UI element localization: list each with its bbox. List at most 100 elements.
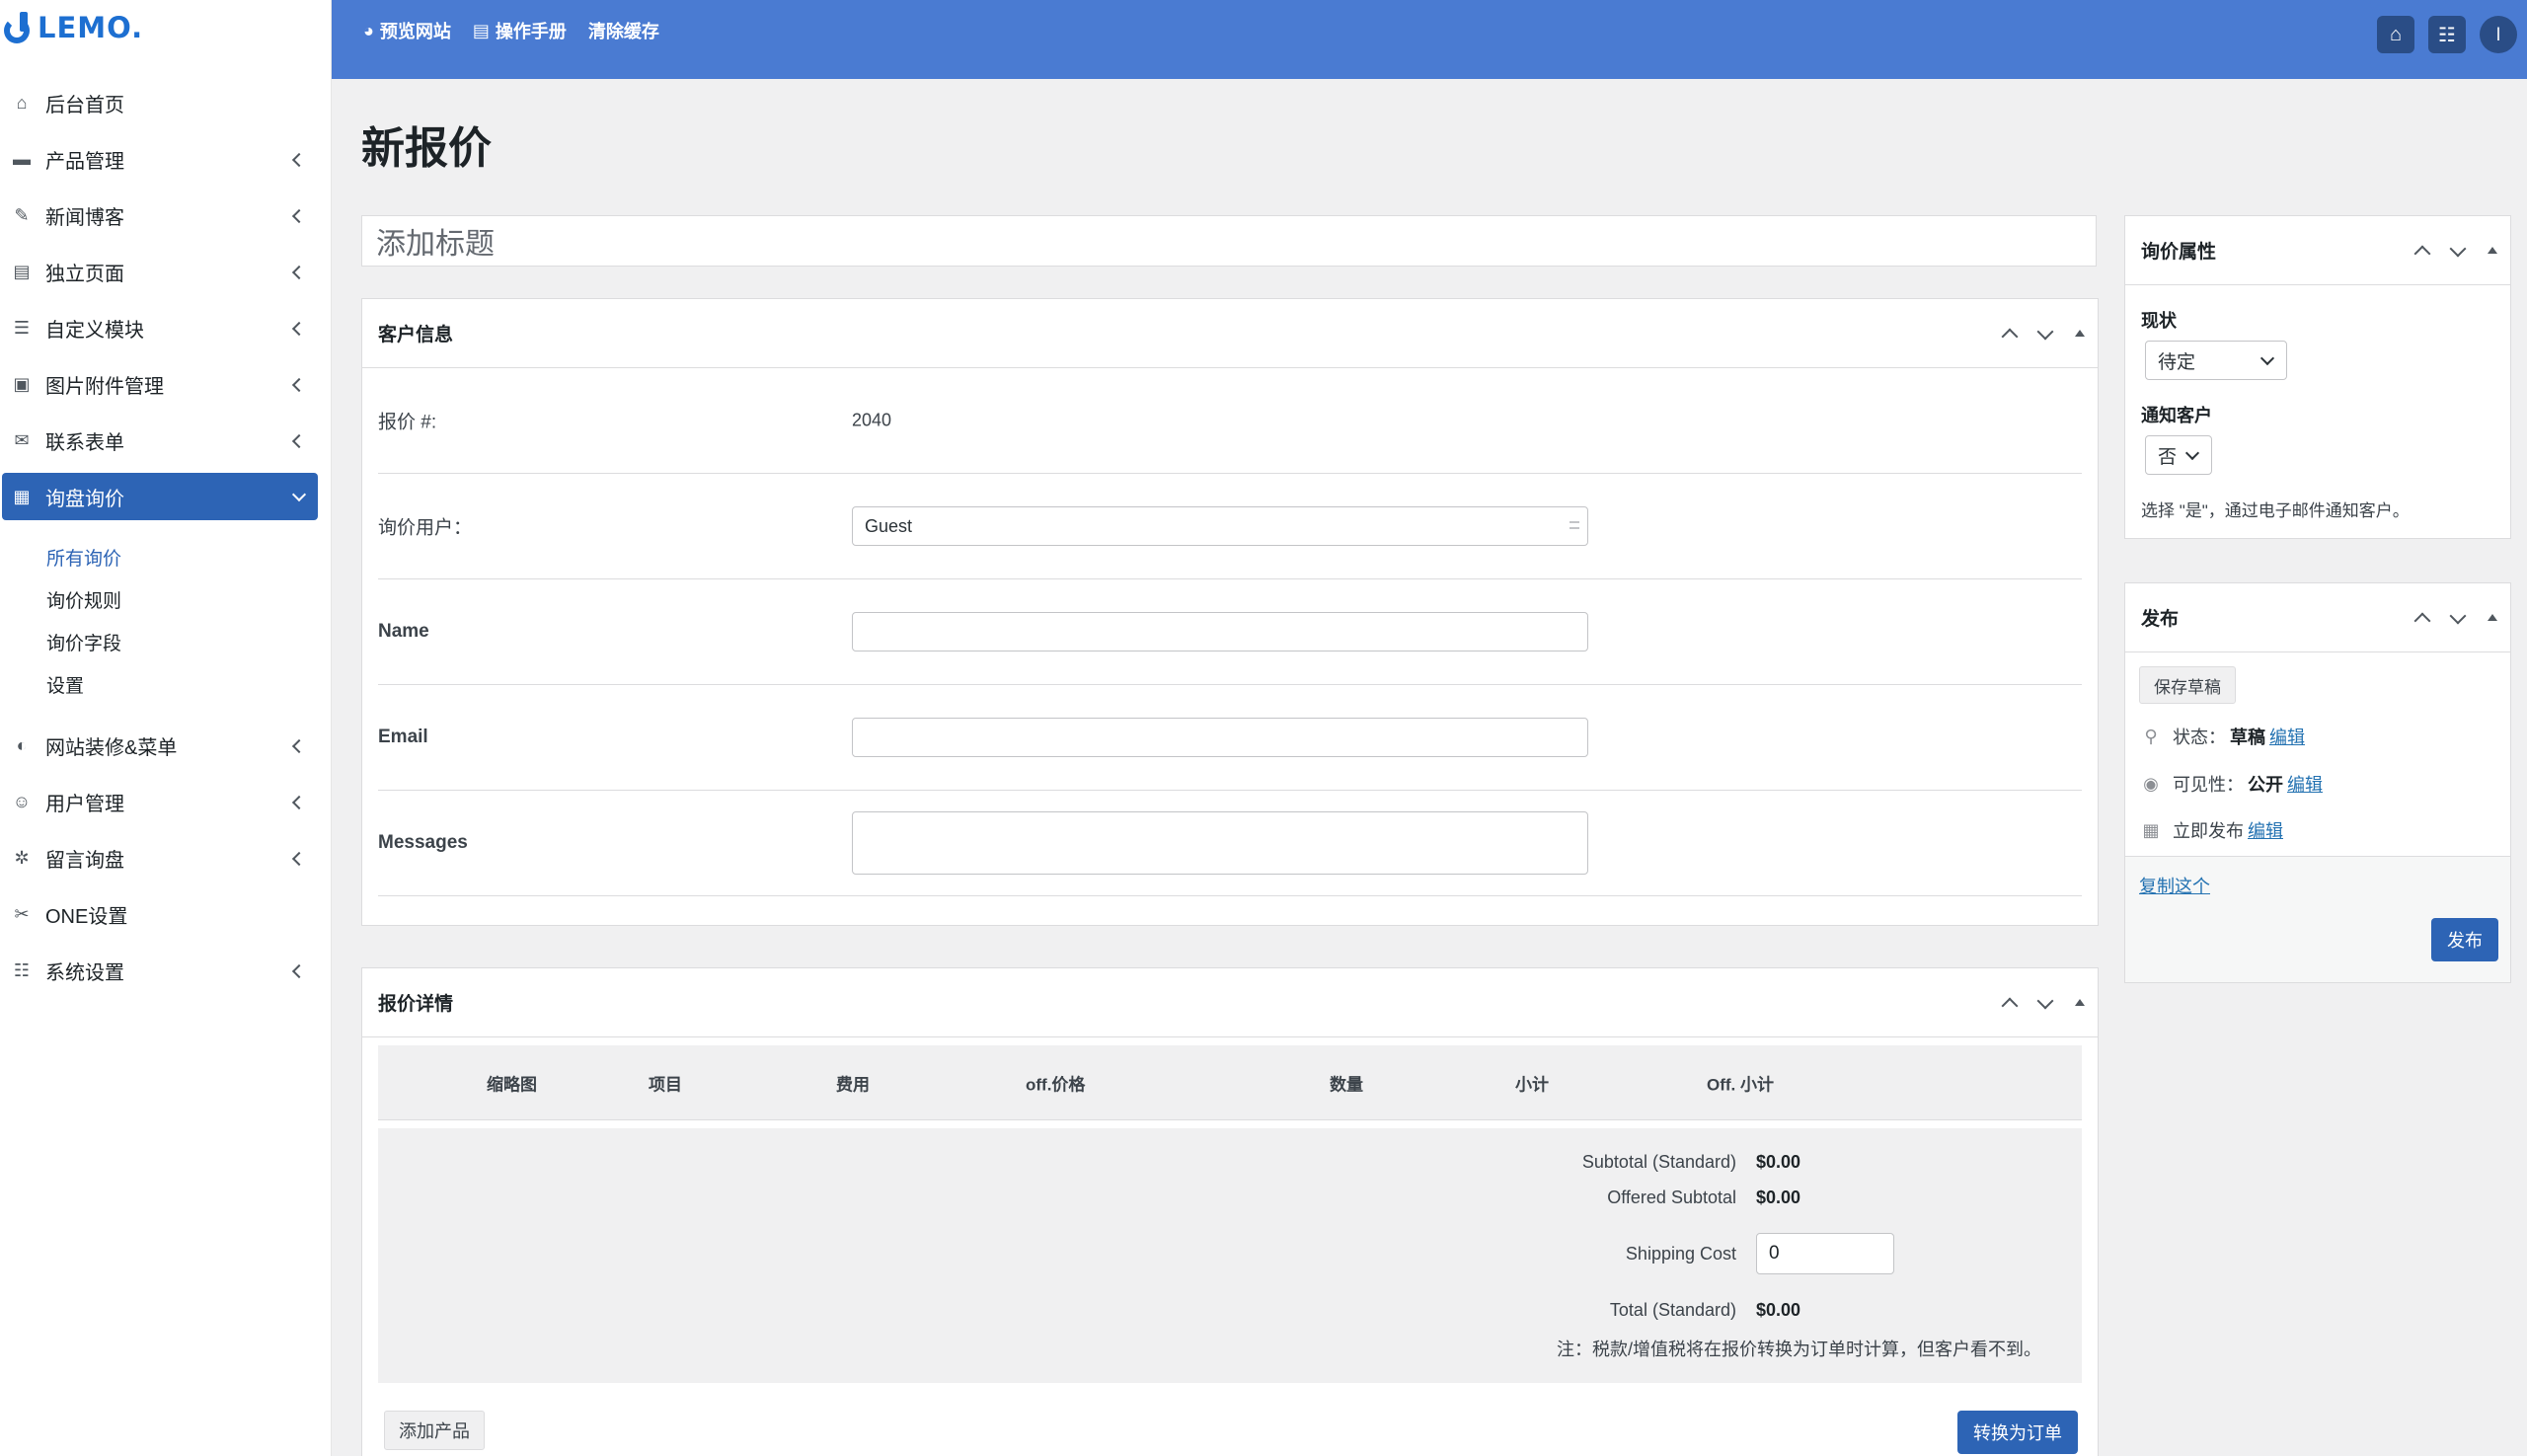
chevron-left-icon — [291, 433, 307, 448]
name-field[interactable] — [852, 612, 1588, 651]
home-button[interactable]: ⌂ — [2377, 16, 2414, 53]
column-header: off.价格 — [1026, 1075, 1086, 1094]
sidebar-item-label: 用户管理 — [45, 794, 124, 815]
quote-details-header[interactable]: 报价详情 — [362, 968, 2098, 1037]
title-input[interactable]: 添加标题 — [361, 215, 2097, 267]
sidebar-item-news[interactable]: ✎ 新闻博客 — [0, 188, 332, 244]
pin-icon: ⚲ — [2144, 726, 2158, 746]
sidebar-item-system-settings[interactable]: ☷ 系统设置 — [0, 943, 332, 999]
move-up-icon[interactable] — [2413, 243, 2429, 259]
email-row: Email — [378, 685, 2082, 791]
eye-icon: ◉ — [2143, 773, 2159, 794]
inquiry-icon: ▦ — [13, 486, 31, 506]
chevron-down-icon — [2184, 445, 2200, 461]
status-select-value: 待定 — [2158, 351, 2196, 373]
submenu-quote-fields[interactable]: 询价字段 — [46, 623, 332, 665]
avatar[interactable]: l — [2480, 16, 2517, 53]
manual-icon: ▤ — [472, 20, 490, 40]
move-up-icon[interactable] — [2001, 995, 2017, 1011]
convert-to-order-button[interactable]: 转换为订单 — [1957, 1411, 2078, 1454]
subtotal-label: Subtotal (Standard) — [1581, 1152, 1736, 1172]
move-up-icon[interactable] — [2001, 326, 2017, 342]
sidebar-item-modules[interactable]: ☰ 自定义模块 — [0, 300, 332, 356]
shipping-cost-input[interactable]: 0 — [1756, 1233, 1894, 1274]
sidebar-item-media[interactable]: ▣ 图片附件管理 — [0, 356, 332, 413]
visibility-value: 公开 — [2248, 775, 2283, 795]
inquiry-attributes-header[interactable]: 询价属性 — [2125, 216, 2510, 285]
collapse-toggle-icon[interactable] — [2485, 610, 2500, 626]
offered-subtotal-label: Offered Subtotal — [1607, 1188, 1736, 1207]
edit-status-link[interactable]: 编辑 — [2269, 724, 2305, 749]
panel-controls — [2001, 968, 2088, 1037]
home-icon: ⌂ — [16, 93, 28, 113]
sidebar-item-products[interactable]: ▬ 产品管理 — [0, 131, 332, 188]
media-icon: ▣ — [13, 374, 31, 394]
settings-button[interactable]: ☷ — [2428, 16, 2466, 53]
mail-icon: ✉ — [14, 430, 30, 450]
submenu-settings[interactable]: 设置 — [46, 665, 332, 708]
sidebar-item-inquiry[interactable]: ▦ 询盘询价 — [2, 473, 318, 520]
submenu-all-quotes[interactable]: 所有询价 — [46, 538, 332, 580]
move-up-icon[interactable] — [2413, 610, 2429, 626]
notify-customer-select[interactable]: 否 — [2145, 435, 2212, 475]
messages-textarea[interactable] — [852, 811, 1588, 875]
edit-visibility-link[interactable]: 编辑 — [2287, 771, 2323, 797]
users-icon: ☺ — [12, 792, 32, 811]
quote-items-table-header: 缩略图 项目 费用 off.价格 数量 小计 Off. 小计 — [378, 1045, 2082, 1120]
collapse-toggle-icon[interactable] — [2072, 995, 2088, 1011]
inquiry-submenu: 所有询价 询价规则 询价字段 设置 — [0, 520, 332, 718]
sidebar-item-users[interactable]: ☺ 用户管理 — [0, 774, 332, 830]
sidebar-item-messages[interactable]: ✲ 留言询盘 — [0, 830, 332, 886]
clear-cache-label: 清除缓存 — [587, 22, 659, 41]
chevron-left-icon — [291, 208, 307, 223]
copy-link[interactable]: 复制这个 — [2139, 873, 2210, 898]
customer-info-header[interactable]: 客户信息 — [362, 299, 2098, 368]
inquiry-attributes-panel: 询价属性 现状 待定 通知客户 否 选择 "是"，通过电子邮件通知客户。 — [2124, 215, 2511, 539]
save-draft-button[interactable]: 保存草稿 — [2139, 666, 2236, 704]
chevron-left-icon — [291, 377, 307, 392]
publish-actions: 复制这个 发布 — [2125, 856, 2510, 982]
quote-user-select[interactable]: Guest — [852, 506, 1588, 546]
clear-cache-link[interactable]: 清除缓存 — [588, 18, 659, 43]
move-down-icon[interactable] — [2036, 326, 2052, 342]
status-select[interactable]: 待定 — [2145, 341, 2287, 380]
collapse-toggle-icon[interactable] — [2072, 326, 2088, 342]
subtotal-value: $0.00 — [1756, 1152, 1801, 1172]
messages-label: Messages — [378, 832, 468, 853]
sidebar-item-appearance[interactable]: ◐ 网站装修&菜单 — [0, 718, 332, 774]
move-down-icon[interactable] — [2036, 995, 2052, 1011]
sidebar-item-one-settings[interactable]: ✂ ONE设置 — [0, 886, 332, 943]
sidebar-item-dashboard[interactable]: ⌂ 后台首页 — [0, 75, 332, 131]
logo[interactable]: LEMO. — [0, 6, 143, 49]
palette-icon: ◐ — [16, 735, 28, 755]
email-label: Email — [378, 727, 428, 747]
move-down-icon[interactable] — [2449, 610, 2465, 626]
total-label: Total (Standard) — [1609, 1300, 1736, 1320]
edit-schedule-link[interactable]: 编辑 — [2248, 817, 2283, 843]
sidebar-item-label: 图片附件管理 — [45, 376, 164, 398]
sidebar-nav: ⌂ 后台首页 ▬ 产品管理 ✎ 新闻博客 ▤ 独立页面 ☰ 自定义模块 ▣ 图片附件管理 ✉… — [0, 75, 332, 999]
status-value: 草稿 — [2230, 728, 2265, 747]
chevron-left-icon — [291, 963, 307, 978]
publish-header[interactable]: 发布 — [2125, 583, 2510, 652]
name-label: Name — [378, 621, 429, 642]
publish-button[interactable]: 发布 — [2431, 918, 2498, 961]
sidebar-item-pages[interactable]: ▤ 独立页面 — [0, 244, 332, 300]
gear-icon: ✲ — [14, 848, 30, 868]
email-field[interactable] — [852, 718, 1588, 757]
page-title: 新报价 — [361, 124, 492, 173]
globe-icon: ◕ — [363, 20, 374, 40]
status-prefix: 状态： — [2173, 728, 2226, 747]
quote-number-row: 报价 #: 2040 — [378, 368, 2082, 474]
sidebar-item-contact-forms[interactable]: ✉ 联系表单 — [0, 413, 332, 469]
collapse-toggle-icon[interactable] — [2485, 243, 2500, 259]
add-product-button[interactable]: 添加产品 — [384, 1411, 485, 1450]
submenu-quote-rules[interactable]: 询价规则 — [46, 580, 332, 623]
manual-label: 操作手册 — [495, 22, 567, 41]
manual-link[interactable]: ▤ 操作手册 — [473, 18, 567, 43]
preview-site-link[interactable]: ◕ 预览网站 — [363, 18, 451, 43]
panel-title: 发布 — [2141, 609, 2180, 630]
move-down-icon[interactable] — [2449, 243, 2465, 259]
chevron-left-icon — [291, 851, 307, 866]
column-header: Off. 小计 — [1707, 1075, 1774, 1094]
